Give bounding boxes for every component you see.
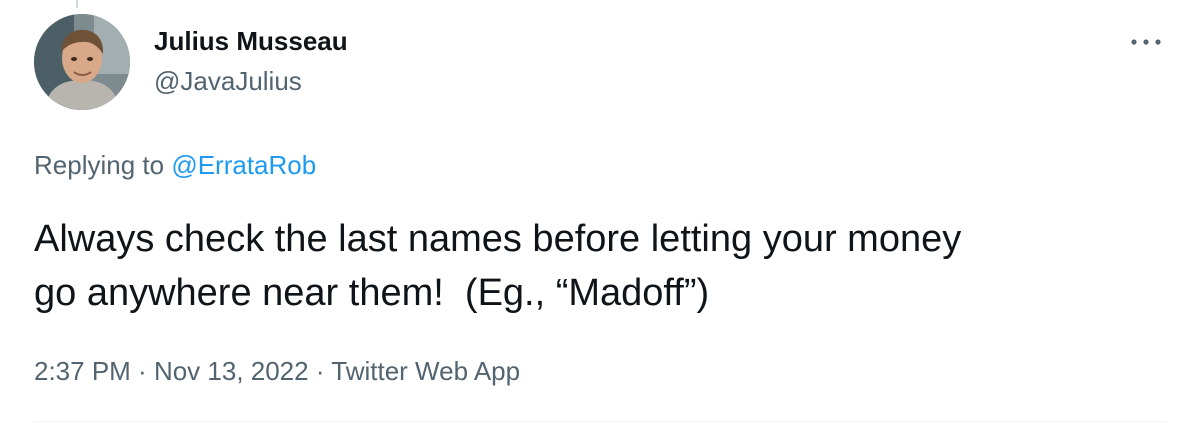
divider	[34, 421, 1166, 422]
author-display-name[interactable]: Julius Musseau	[154, 24, 348, 58]
author-handle[interactable]: @JavaJulius	[154, 64, 348, 98]
tweet-time[interactable]: 2:37 PM	[34, 356, 131, 386]
thread-connector-line	[76, 0, 78, 8]
tweet-date[interactable]: Nov 13, 2022	[154, 356, 309, 386]
avatar-photo-icon	[34, 14, 130, 110]
meta-separator: ·	[308, 356, 332, 386]
more-options-button[interactable]	[1128, 30, 1164, 54]
tweet-source[interactable]: Twitter Web App	[331, 356, 520, 386]
more-horizontal-icon	[1131, 39, 1161, 45]
author-names: Julius Musseau @JavaJulius	[154, 24, 348, 98]
reply-prefix: Replying to	[34, 150, 172, 180]
tweet-text: Always check the last names before letti…	[34, 218, 962, 314]
meta-separator: ·	[130, 356, 154, 386]
reply-target-link[interactable]: @ErrataRob	[171, 150, 316, 180]
reply-context: Replying to @ErrataRob	[34, 148, 316, 182]
tweet-meta: 2:37 PM · Nov 13, 2022 · Twitter Web App	[34, 354, 520, 388]
author-avatar[interactable]	[34, 14, 130, 110]
tweet-header: Julius Musseau @JavaJulius	[34, 14, 1164, 114]
